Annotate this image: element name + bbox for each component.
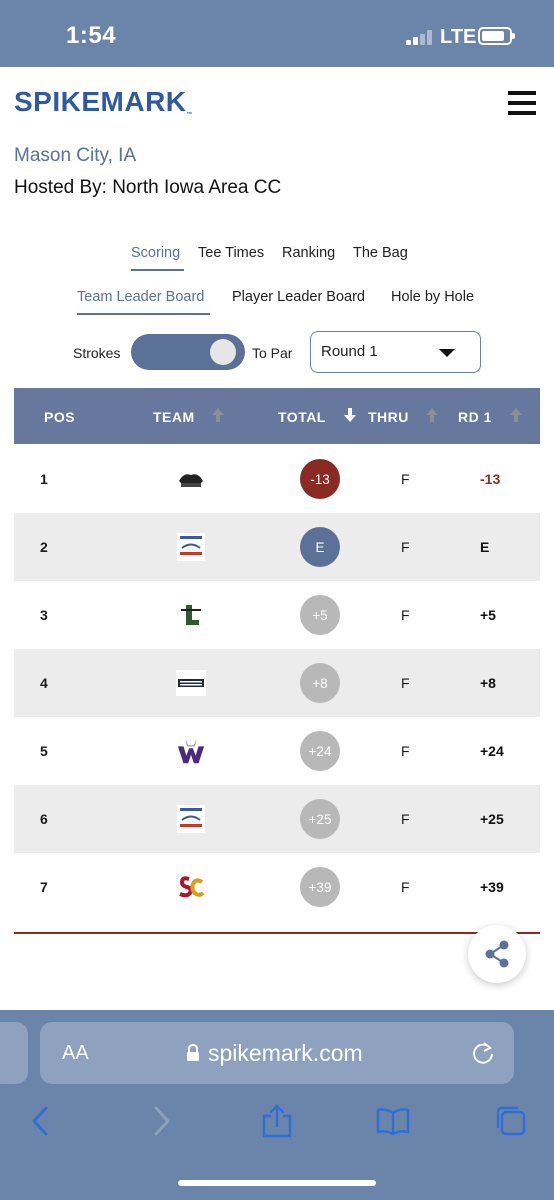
home-indicator	[178, 1180, 376, 1186]
tabs-icon[interactable]	[494, 1104, 528, 1138]
spikemark-logo[interactable]: SPIKEMARK™	[14, 86, 193, 118]
round-1-score: +39	[480, 879, 504, 895]
thru: F	[401, 539, 410, 555]
total-score-badge: +5	[300, 595, 340, 635]
sort-arrow-up-icon[interactable]	[426, 408, 438, 422]
thru: F	[401, 879, 410, 895]
sc-logo-icon	[176, 873, 206, 901]
column-header-rd1[interactable]: RD 1	[458, 409, 492, 425]
back-icon[interactable]	[24, 1104, 58, 1138]
ios-status-bar: 1:54 LTE	[0, 0, 554, 67]
total-score-badge: +25	[300, 799, 340, 839]
share-button[interactable]	[468, 925, 526, 983]
thru: F	[401, 743, 410, 759]
forward-icon[interactable]	[144, 1104, 178, 1138]
warriors-w-logo-icon	[176, 737, 206, 765]
total-score-badge: E	[300, 527, 340, 567]
total-score-badge: +39	[300, 867, 340, 907]
lakers-l-logo-icon	[176, 601, 206, 629]
position: 1	[40, 471, 48, 487]
sort-arrow-down-icon[interactable]	[344, 408, 356, 422]
thru: F	[401, 471, 410, 487]
round-1-score: +25	[480, 811, 504, 827]
event-location: Mason City, IA	[14, 145, 137, 166]
reload-icon[interactable]	[470, 1040, 496, 1066]
caret-down-icon	[439, 349, 455, 357]
share-icon	[485, 940, 509, 968]
total-score-badge: -13	[300, 459, 340, 499]
thru: F	[401, 675, 410, 691]
table-row[interactable]: 1 -13 F -13	[14, 445, 540, 513]
column-header-total[interactable]: TOTAL	[278, 409, 326, 425]
bookmarks-icon[interactable]	[376, 1104, 410, 1138]
battery-icon	[478, 27, 515, 45]
address-bar[interactable]: AA spikemark.com	[40, 1022, 514, 1084]
lock-icon	[187, 1044, 199, 1061]
tab-team-leader-board[interactable]: Team Leader Board	[77, 289, 204, 305]
strokes-label: Strokes	[73, 345, 121, 361]
text-size-button[interactable]: AA	[62, 1042, 89, 1065]
position: 4	[40, 675, 48, 691]
tab-hole-by-hole[interactable]: Hole by Hole	[391, 289, 474, 305]
round-1-score: -13	[480, 471, 501, 487]
tab-ranking[interactable]: Ranking	[282, 245, 335, 261]
position: 5	[40, 743, 48, 759]
network-type: LTE	[440, 26, 477, 48]
strokes-to-par-toggle[interactable]	[131, 334, 245, 370]
thru: F	[401, 811, 410, 827]
total-score-badge: +8	[300, 663, 340, 703]
to-par-label: To Par	[252, 345, 293, 361]
round-select[interactable]: Round 1	[310, 331, 481, 373]
event-host: Hosted By: North Iowa Area CC	[14, 177, 282, 198]
previous-tab-peek[interactable]	[0, 1022, 28, 1084]
table-row[interactable]: 5 +24 F +24	[14, 717, 540, 785]
url-text: spikemark.com	[208, 1040, 363, 1066]
sort-arrow-up-icon[interactable]	[212, 408, 224, 422]
logo-trademark: ™	[186, 112, 194, 118]
logo-text: SPIKEMARK	[14, 86, 187, 117]
bears-logo-icon	[176, 465, 206, 493]
column-header-thru[interactable]: THRU	[368, 409, 409, 425]
thru: F	[401, 607, 410, 623]
tab-tee-times[interactable]: Tee Times	[198, 245, 264, 261]
total-score-badge: +24	[300, 731, 340, 771]
table-row[interactable]: 7 +39 F +39	[14, 853, 540, 921]
tab-scoring[interactable]: Scoring	[131, 245, 180, 261]
position: 2	[40, 539, 48, 555]
round-1-score: +5	[480, 607, 496, 623]
column-header-pos[interactable]: POS	[44, 409, 75, 425]
round-1-score: E	[480, 539, 490, 555]
column-header-team[interactable]: TEAM	[153, 409, 195, 425]
round-1-score: +24	[480, 743, 504, 759]
hawkeye-redtails-logo-icon	[176, 533, 206, 561]
position: 3	[40, 607, 48, 623]
toggle-knob	[210, 339, 236, 365]
table-bottom-rule	[14, 932, 540, 934]
position: 6	[40, 811, 48, 827]
round-select-value: Round 1	[321, 343, 378, 360]
table-row[interactable]: 6 +25 F +25	[14, 785, 540, 853]
position: 7	[40, 879, 48, 895]
sort-arrow-up-icon[interactable]	[510, 408, 522, 422]
tab-the-bag[interactable]: The Bag	[353, 245, 408, 261]
round-1-score: +8	[480, 675, 496, 691]
table-row[interactable]: 2 E F E	[14, 513, 540, 581]
tab-team-leader-board-underline	[77, 313, 210, 315]
hawkeye-redtails-logo-icon	[176, 805, 206, 833]
hamburger-menu-icon[interactable]	[508, 91, 536, 115]
cellular-signal-icon	[406, 29, 434, 45]
table-row[interactable]: 4 +8 F +8	[14, 649, 540, 717]
table-row[interactable]: 3 +5 F +5	[14, 581, 540, 649]
trojans-logo-icon	[176, 669, 206, 697]
leaderboard-header: POS TEAM TOTAL THRU RD 1	[14, 388, 540, 444]
tab-scoring-underline	[131, 269, 184, 271]
status-time: 1:54	[66, 22, 117, 49]
tab-player-leader-board[interactable]: Player Leader Board	[232, 289, 365, 305]
share-sheet-icon[interactable]	[260, 1104, 294, 1138]
